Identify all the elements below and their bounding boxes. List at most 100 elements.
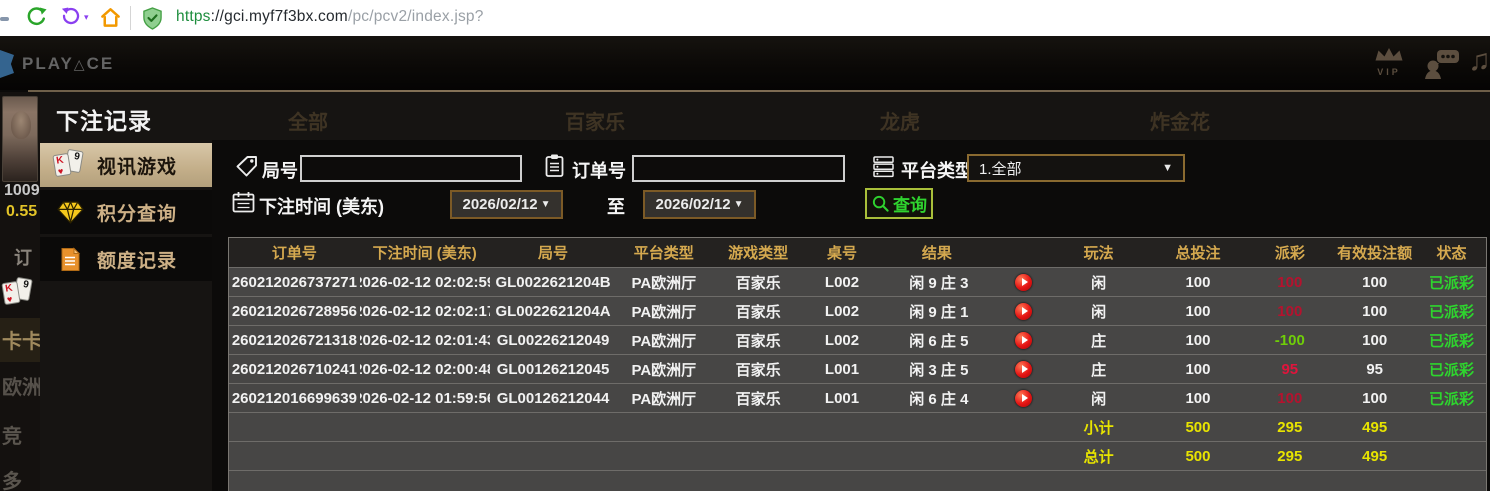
- cell-time: 2026-02-12 02:01:43: [359, 331, 490, 349]
- cell-round: GL0022621204B: [495, 273, 611, 291]
- bet-time-label: 下注时间 (美东): [259, 197, 384, 217]
- cell-order: 260212026737271: [231, 273, 357, 291]
- play-video-button[interactable]: [1015, 331, 1033, 349]
- vip-label: VIP: [1377, 67, 1401, 77]
- table-row: 260212016699639 2026-02-12 01:59:56 GL0012…: [229, 383, 1486, 412]
- cell-table: L002: [824, 273, 860, 291]
- cell-result: 闲 6 庄 5: [879, 326, 1049, 354]
- column-header: 总投注: [1175, 245, 1221, 262]
- bet-records-table: 订单号 下注时间 (美东) 局号 平台类型 游戏类型 桌号 结果 玩法 总投注 派彩 有效投注额 状态…: [228, 237, 1487, 491]
- menu-item-label: 额度记录: [97, 250, 178, 272]
- customer-service-icon[interactable]: [1424, 49, 1460, 79]
- play-video-button[interactable]: [1015, 389, 1033, 407]
- calendar-icon: [232, 192, 255, 213]
- undo-icon[interactable]: [60, 6, 81, 28]
- cell-platform: PA欧洲厅: [631, 332, 697, 350]
- browser-bar: ▾ https://gci.myf7f3bx.com/pc/pcv2/index…: [0, 0, 1490, 36]
- url-scheme: https: [176, 8, 211, 25]
- cell-round: GL00226212049: [496, 331, 610, 349]
- search-label: 查询: [893, 196, 927, 215]
- date-from-value: 2026/02/12: [462, 196, 538, 213]
- tag-icon: [236, 156, 257, 177]
- order-input[interactable]: [632, 155, 845, 182]
- summary-value: 295: [1277, 447, 1303, 465]
- background-nav-item: 欧洲: [2, 377, 40, 399]
- playace-logo-icon: [0, 50, 14, 78]
- cards-icon: 9 K ♥: [52, 148, 87, 180]
- date-from-picker[interactable]: 2026/02/12 ▼: [450, 190, 563, 219]
- cell-time: 2026-02-12 02:02:17: [359, 302, 490, 320]
- result-text: 闲 3 庄 5: [909, 361, 969, 379]
- vip-button[interactable]: VIP: [1372, 47, 1406, 77]
- background-nav-item: 卡卡: [2, 331, 40, 353]
- round-input[interactable]: [300, 155, 522, 182]
- tab-fragment-icon: [0, 17, 9, 21]
- cell-platform: PA欧洲厅: [631, 303, 697, 321]
- cell-round: GL00126212044: [496, 389, 610, 407]
- avatar: [2, 96, 38, 182]
- table-row: 260212026721318 2026-02-12 02:01:43 GL0022…: [229, 325, 1486, 354]
- total-row: 总计 500 295 495: [229, 441, 1486, 470]
- cell-bet: 100: [1185, 331, 1211, 349]
- platform-type-select[interactable]: 1.全部 ▼: [967, 154, 1185, 182]
- table-row: 260212026737271 2026-02-12 02:02:59 GL0022…: [229, 267, 1486, 296]
- menu-item-3[interactable]: 额度记录: [40, 237, 212, 281]
- chevron-down-icon: ▼: [733, 199, 744, 210]
- cell-table: L001: [824, 360, 860, 378]
- column-header: 状态: [1436, 245, 1467, 262]
- summary-label: 总计: [1083, 448, 1114, 466]
- menu-item-label: 积分查询: [97, 203, 178, 225]
- cell-valid: 95: [1366, 360, 1383, 378]
- cell-status: 已派彩: [1429, 361, 1475, 379]
- betting-records-modal: 下注记录 全部 百家乐 龙虎 炸金花 9 K ♥ 视讯游戏 积分查询 额度记录 局号 订单号: [40, 92, 1490, 491]
- cell-payout: 95: [1281, 360, 1299, 378]
- undo-dropdown-caret[interactable]: ▾: [84, 12, 89, 23]
- table-row: 260212026710241 2026-02-12 02:00:48 GL0012…: [229, 354, 1486, 383]
- chevron-down-icon: ▼: [1162, 162, 1173, 174]
- column-header: 平台类型: [633, 245, 694, 262]
- background-nav-item: 竞: [2, 426, 22, 448]
- cell-game: 百家乐: [735, 303, 781, 321]
- cell-bet: 100: [1185, 273, 1211, 291]
- logo-text-2: CE: [86, 54, 115, 73]
- cell-bet: 100: [1185, 389, 1211, 407]
- date-to-picker[interactable]: 2026/02/12 ▼: [643, 190, 756, 219]
- security-shield-icon[interactable]: [142, 7, 163, 30]
- reload-icon[interactable]: [25, 6, 48, 29]
- cell-result: 闲 9 庄 1: [879, 297, 1049, 325]
- app-top-bar: PLAY△CE VIP ♫: [0, 36, 1490, 90]
- search-button[interactable]: 查询: [865, 188, 933, 219]
- music-icon[interactable]: ♫: [1468, 44, 1490, 78]
- play-video-button[interactable]: [1015, 360, 1033, 378]
- url-bar[interactable]: https://gci.myf7f3bx.com/pc/pcv2/index.j…: [176, 8, 484, 26]
- summary-value: 495: [1362, 447, 1388, 465]
- cell-order: 260212026710241: [231, 360, 357, 378]
- empty-row: [229, 470, 1486, 491]
- screen: ▾ https://gci.myf7f3bx.com/pc/pcv2/index…: [0, 0, 1490, 491]
- user-number: 1009: [4, 182, 40, 199]
- column-header: 玩法: [1083, 245, 1114, 262]
- cell-payout: 100: [1277, 389, 1303, 407]
- modal-title: 下注记录: [56, 108, 152, 134]
- url-path: /pc/pcv2/index.jsp?: [347, 8, 484, 25]
- home-icon[interactable]: [99, 6, 122, 29]
- round-label: 局号: [262, 161, 298, 181]
- play-video-button[interactable]: [1015, 302, 1033, 320]
- cell-order: 260212026721318: [231, 331, 357, 349]
- platform-type-label: 平台类型: [901, 161, 973, 181]
- cell-time: 2026-02-12 02:00:48: [359, 360, 490, 378]
- menu-item-1[interactable]: 9 K ♥ 视讯游戏: [40, 143, 212, 187]
- cell-time: 2026-02-12 01:59:56: [359, 389, 490, 407]
- column-header: 桌号: [826, 245, 857, 262]
- clipboard-icon: [545, 154, 564, 177]
- cell-valid: 100: [1362, 302, 1388, 320]
- balance-value: 0.55: [6, 203, 38, 220]
- column-header: 订单号: [271, 245, 317, 262]
- summary-value: 295: [1277, 418, 1303, 436]
- subtotal-row: 小计 500 295 495: [229, 412, 1486, 441]
- menu-item-2[interactable]: 积分查询: [40, 190, 212, 234]
- summary-value: 500: [1185, 418, 1211, 436]
- play-video-button[interactable]: [1015, 273, 1033, 291]
- background-tab: 炸金花: [1150, 112, 1210, 134]
- cell-round: GL0022621204A: [495, 302, 611, 320]
